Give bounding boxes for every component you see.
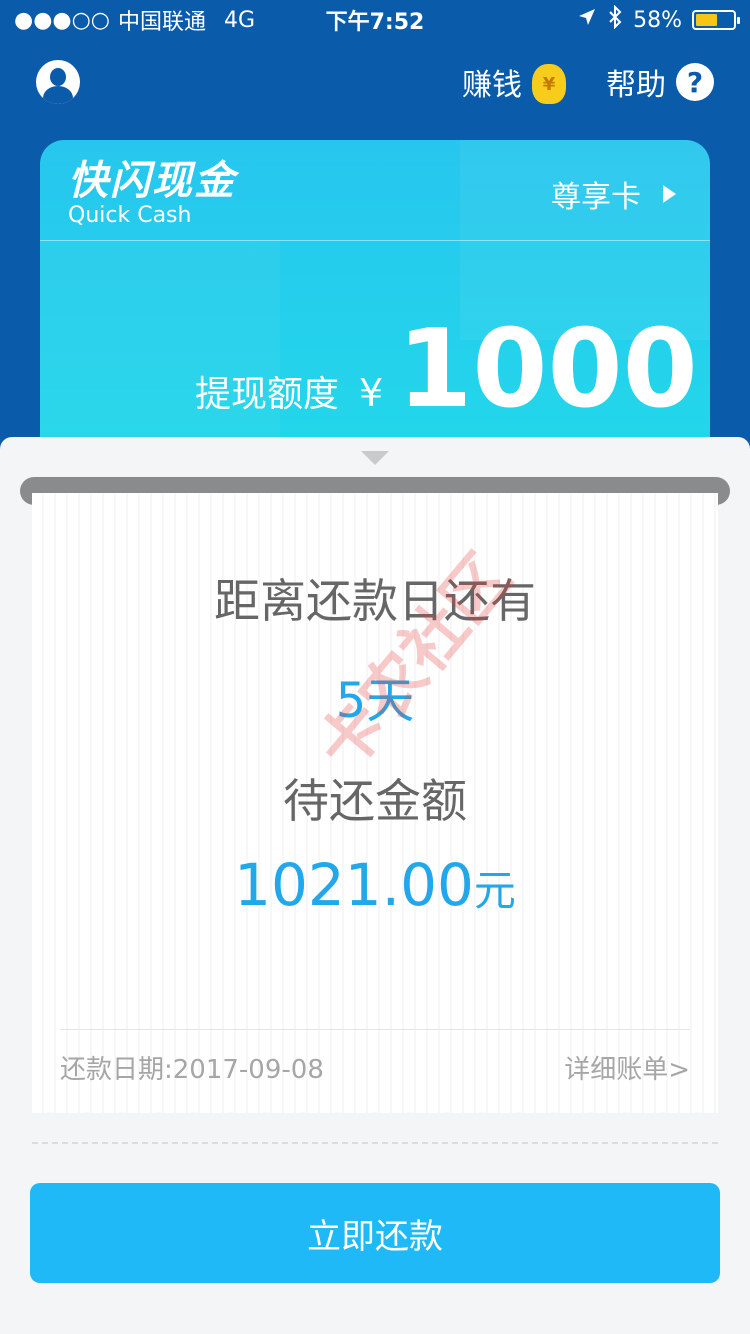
amount-due-unit: 元 — [473, 866, 516, 915]
dashed-divider — [32, 1142, 718, 1144]
quick-cash-card: 快闪现金 Quick Cash 尊享卡 提现额度 ¥ 1000 — [40, 140, 710, 470]
triangle-down-icon — [361, 451, 389, 465]
help-button[interactable]: 帮助 ? — [606, 60, 714, 104]
vip-card-label: 尊享卡 — [551, 180, 641, 215]
nav-right: 赚钱 ¥ 帮助 ? — [462, 60, 714, 104]
repay-now-button[interactable]: 立即还款 — [30, 1183, 720, 1283]
battery-fill — [696, 14, 717, 26]
avatar-icon[interactable] — [36, 60, 80, 104]
withdraw-limit: 提现额度 ¥ 1000 — [195, 315, 698, 425]
help-label: 帮助 — [606, 68, 666, 103]
brand-logo: 快闪现金 Quick Cash — [68, 158, 236, 228]
earn-money-label: 赚钱 — [462, 68, 522, 103]
due-date: 还款日期:2017-09-08 — [60, 1055, 324, 1085]
vip-card-link[interactable]: 尊享卡 — [551, 172, 676, 216]
battery-icon — [692, 10, 740, 30]
days-until-due-value: 5天 — [335, 673, 415, 729]
detailed-bill-link[interactable]: 详细账单> — [564, 1049, 690, 1086]
repayment-receipt: 距离还款日还有 5天 待还金额 1021.00元 卡农社区 还款日期:2017-… — [32, 493, 718, 1113]
amount-due-value: 1021.00 — [234, 851, 474, 919]
limit-label: 提现额度 — [195, 374, 340, 415]
repayment-sheet: 距离还款日还有 5天 待还金额 1021.00元 卡农社区 还款日期:2017-… — [0, 437, 750, 1334]
earn-money-button[interactable]: 赚钱 ¥ — [462, 60, 566, 104]
amount-due-label: 待还金额 — [283, 774, 467, 828]
brand-name-en: Quick Cash — [68, 203, 192, 228]
amount-due: 1021.00元 — [32, 851, 718, 919]
status-bar: ●●●○○ 中国联通 4G 下午7:52 58% — [0, 0, 750, 40]
card-divider — [40, 240, 710, 241]
top-nav: 赚钱 ¥ 帮助 ? — [0, 52, 750, 112]
receipt-footer: 还款日期:2017-09-08 详细账单> — [60, 1049, 690, 1086]
status-time: 下午7:52 — [325, 10, 425, 35]
days-until-due-label: 距离还款日还有 — [214, 574, 536, 628]
limit-amount: 1000 — [397, 307, 698, 432]
receipt-scalloped-edge — [32, 1101, 718, 1125]
triangle-right-icon — [663, 185, 676, 203]
help-icon: ? — [676, 63, 714, 101]
money-bag-icon: ¥ — [532, 64, 566, 104]
receipt-divider — [60, 1029, 690, 1030]
currency-symbol: ¥ — [359, 371, 384, 415]
brand-name-cn: 快闪现金 — [68, 158, 236, 204]
